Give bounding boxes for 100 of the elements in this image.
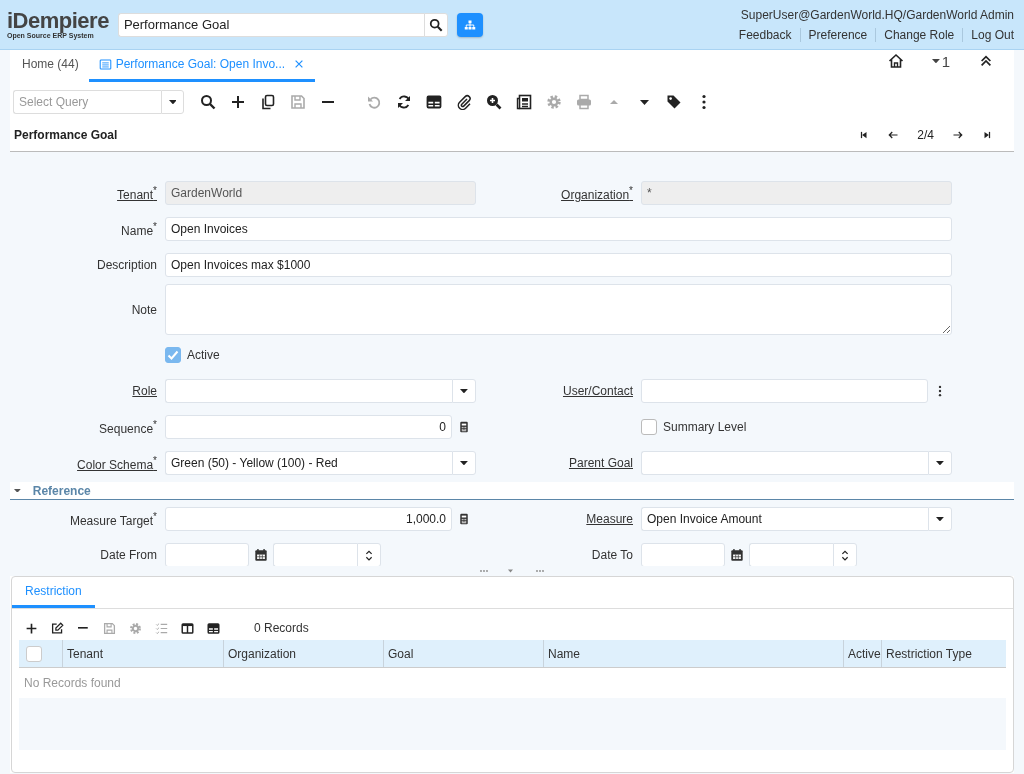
field-label: Description <box>96 258 157 272</box>
window-icon <box>98 57 112 71</box>
spinner-icon <box>839 549 851 561</box>
spinner-button[interactable] <box>357 543 381 566</box>
undo-icon <box>366 94 382 110</box>
caret-icon <box>936 516 944 522</box>
dropdown-field[interactable] <box>641 451 928 475</box>
query-field[interactable]: Select Query <box>13 90 161 114</box>
double-chevron-up-icon <box>979 54 993 68</box>
search-field[interactable] <box>641 379 928 403</box>
checkbox-label: Active <box>187 348 220 362</box>
sitemap-icon <box>463 18 476 31</box>
spinner-icon <box>363 549 375 561</box>
search-icon <box>428 17 443 32</box>
dropdown-field[interactable]: Open Invoice Amount <box>641 507 928 531</box>
date-field[interactable] <box>165 543 249 566</box>
column-header[interactable]: Active <box>843 640 881 667</box>
last-record-button[interactable] <box>982 130 992 140</box>
select-all-checkbox[interactable] <box>26 645 42 662</box>
caret-down-icon <box>14 488 21 493</box>
dropdown-field[interactable]: Green (50) - Yellow (100) - Red <box>165 451 452 475</box>
checkbox[interactable] <box>641 419 657 435</box>
caret-icon <box>936 460 944 466</box>
text-field[interactable]: Open Invoices max $1000 <box>165 253 952 277</box>
column-header[interactable]: Tenant <box>62 640 223 667</box>
field-label[interactable]: Organization$^{*}$ <box>561 187 633 202</box>
newspaper-icon <box>516 94 532 110</box>
first-record-icon <box>859 130 870 140</box>
search-button[interactable] <box>423 12 448 37</box>
dropdown-button[interactable] <box>928 507 952 531</box>
paperclip-icon <box>456 94 472 110</box>
time-field[interactable] <box>749 543 833 566</box>
caret-down-icon <box>931 58 940 64</box>
checklist-icon <box>154 621 168 635</box>
splitter-handle-icon[interactable] <box>477 567 547 575</box>
section-header[interactable]: Reference <box>10 482 1014 500</box>
settings-icon <box>128 621 142 635</box>
text-field[interactable]: Open Invoices <box>165 217 952 241</box>
calculator-icon <box>458 513 470 525</box>
field-label[interactable]: Parent Goal <box>568 456 633 470</box>
window-count-button[interactable]: 1 <box>931 52 950 70</box>
table-icon <box>206 621 220 635</box>
columns-icon <box>180 621 194 635</box>
field-label[interactable]: Role <box>132 384 157 398</box>
calendar-icon <box>254 548 268 562</box>
up-triangle-icon <box>610 100 618 104</box>
caret-icon <box>460 460 468 466</box>
table-icon <box>426 94 442 110</box>
dropdown-button[interactable] <box>452 451 476 475</box>
copy-icon <box>260 94 276 110</box>
field-label[interactable]: Tenant$^{*}$ <box>117 187 157 202</box>
record-count: 0 Records <box>254 621 309 635</box>
caret-icon <box>460 388 468 394</box>
menu-tree-button[interactable] <box>456 12 483 37</box>
text-field[interactable]: * <box>641 181 952 205</box>
dropdown-button[interactable] <box>161 90 184 114</box>
text-field[interactable]: GardenWorld <box>165 181 476 205</box>
search-field[interactable]: Performance Goal <box>117 12 424 37</box>
field-label: Name$^{*}$ <box>121 223 157 238</box>
dropdown-button[interactable] <box>928 451 952 475</box>
window-tab[interactable]: Home (44) <box>12 57 89 82</box>
logo-title: iDempiere <box>7 10 109 32</box>
checkbox[interactable] <box>165 347 181 363</box>
field-label: Measure Target$^{*}$ <box>69 513 157 528</box>
caret-icon <box>168 99 177 105</box>
edit-icon <box>50 621 64 635</box>
plus-icon <box>230 94 246 110</box>
field-label[interactable]: Measure <box>586 512 633 526</box>
down-triangle-icon <box>639 99 649 105</box>
refresh-icon <box>396 94 412 110</box>
right-arrow-icon <box>952 129 964 141</box>
column-header[interactable]: Organization <box>223 640 383 667</box>
header-link[interactable]: Preference <box>799 27 876 42</box>
dropdown-field[interactable] <box>165 379 452 403</box>
header-link[interactable]: Change Role <box>875 27 963 42</box>
minus-icon <box>78 627 88 629</box>
header-link[interactable]: Log Out <box>962 27 1014 42</box>
record-position: 2/4 <box>917 128 934 142</box>
previous-record-button[interactable] <box>887 129 900 141</box>
field-label: Note <box>131 302 157 317</box>
next-record-button[interactable] <box>952 129 964 141</box>
first-record-button[interactable] <box>859 130 870 140</box>
date-field[interactable] <box>641 543 725 566</box>
column-header[interactable]: Restriction Type <box>881 640 1005 667</box>
number-field[interactable]: 1,000.0 <box>165 507 452 531</box>
header-link[interactable]: Feedback <box>730 27 800 42</box>
field-label: Date From <box>100 548 157 562</box>
settings-icon <box>546 94 562 110</box>
field-label[interactable]: User/Contact <box>562 384 633 398</box>
time-field[interactable] <box>273 543 357 566</box>
spinner-button[interactable] <box>833 543 857 566</box>
column-header[interactable]: Goal <box>383 640 543 667</box>
column-header[interactable]: Name <box>543 640 843 667</box>
field-label[interactable]: Color Schema$^{*}$ <box>77 457 157 472</box>
plus-icon <box>24 621 38 635</box>
home-icon <box>887 53 904 69</box>
dropdown-button[interactable] <box>452 379 476 403</box>
number-field[interactable]: 0 <box>165 415 452 439</box>
checkbox-label: Summary Level <box>663 420 747 434</box>
record-title: Performance Goal <box>14 128 118 142</box>
